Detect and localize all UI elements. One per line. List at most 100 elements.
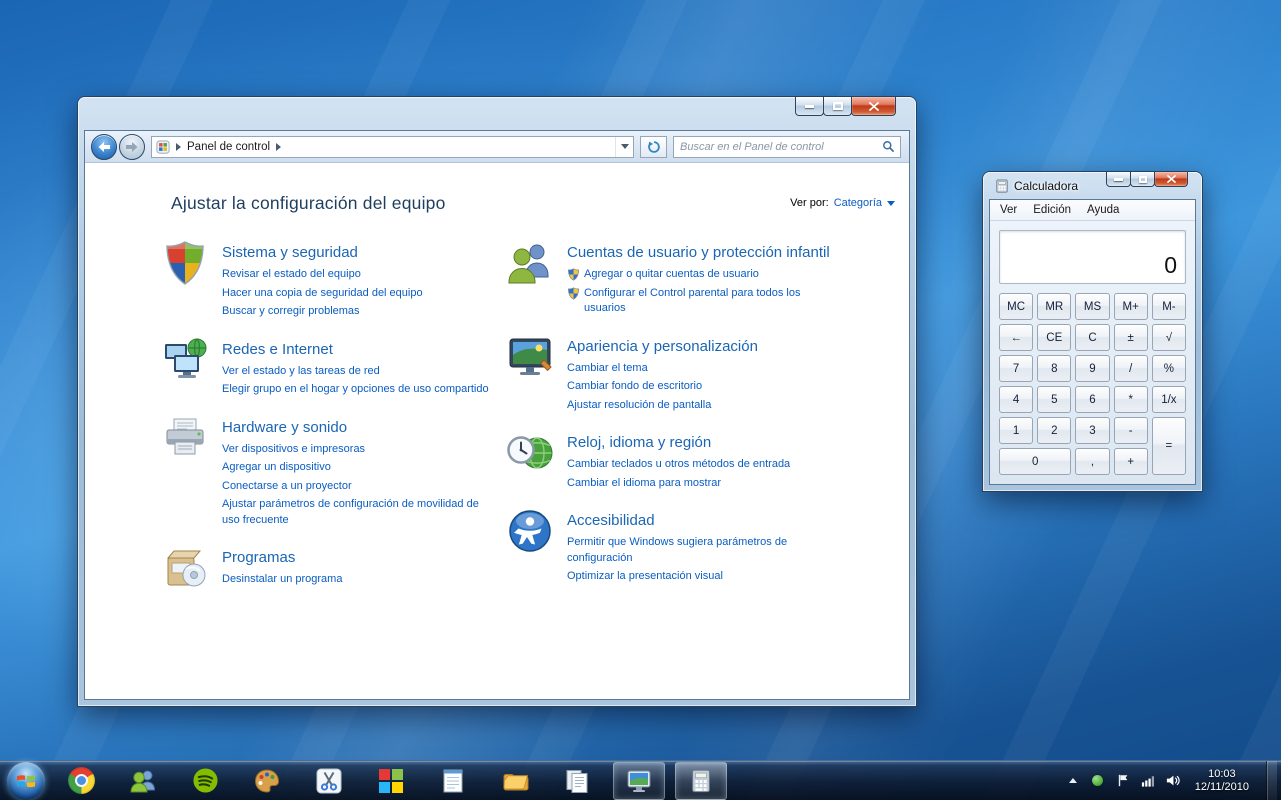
printer-icon[interactable] [161,414,209,462]
task-link[interactable]: Cambiar teclados u otros métodos de entr… [567,457,839,473]
key-divide[interactable]: / [1114,355,1148,382]
task-link[interactable]: Ajustar parámetros de configuración de m… [222,497,494,528]
task-link[interactable]: Configurar el Control parental para todo… [584,286,839,317]
key-decimal[interactable]: , [1075,448,1109,475]
task-link[interactable]: Cambiar el idioma para mostrar [567,476,839,492]
minimize-button[interactable] [795,97,824,116]
forward-button[interactable] [119,134,145,160]
accessibility-icon[interactable] [506,507,554,555]
taskbar-button-calculator[interactable] [675,762,727,800]
menu-ayuda[interactable]: Ayuda [1079,201,1127,219]
address-dropdown-button[interactable] [615,137,633,157]
network-button[interactable] [1140,773,1156,789]
category-title[interactable]: Programas [222,548,494,567]
clock-globe-icon[interactable] [506,429,554,477]
taskbar-button-notepad[interactable] [427,762,479,800]
category-title[interactable]: Reloj, idioma y región [567,433,839,452]
software-box-icon[interactable] [161,544,209,592]
task-link[interactable]: Agregar o quitar cuentas de usuario [584,267,759,283]
taskbar-button-spotify[interactable] [179,762,231,800]
two-users-icon[interactable] [506,239,554,287]
key-3[interactable]: 3 [1075,417,1109,444]
action-center-button[interactable] [1115,773,1131,789]
task-link[interactable]: Elegir grupo en el hogar y opciones de u… [222,382,494,398]
taskbar-button-snipping-tool[interactable] [303,762,355,800]
key-6[interactable]: 6 [1075,386,1109,413]
category-title[interactable]: Accesibilidad [567,511,839,530]
key-minus[interactable]: - [1114,417,1148,444]
maximize-button[interactable] [823,97,852,116]
view-by-dropdown[interactable]: Categoría [834,197,882,209]
taskbar-button-wordpad[interactable] [551,762,603,800]
task-link[interactable]: Cambiar el tema [567,361,839,377]
minimize-button[interactable] [1106,172,1131,187]
key-5[interactable]: 5 [1037,386,1071,413]
key-negate[interactable]: ± [1114,324,1148,351]
category-title[interactable]: Hardware y sonido [222,418,494,437]
taskbar-button-messenger[interactable] [117,762,169,800]
key-mc[interactable]: MC [999,293,1033,320]
key-backspace[interactable]: ← [999,324,1033,351]
category-title[interactable]: Apariencia y personalización [567,337,839,356]
menu-ver[interactable]: Ver [992,201,1025,219]
key-2[interactable]: 2 [1037,417,1071,444]
key-mminus[interactable]: M- [1152,293,1186,320]
key-0[interactable]: 0 [999,448,1071,475]
key-equals[interactable]: = [1152,417,1186,475]
taskbar-button-control-panel[interactable] [613,762,665,800]
taskbar-clock[interactable]: 10:03 12/11/2010 [1195,768,1249,794]
key-percent[interactable]: % [1152,355,1186,382]
task-link[interactable]: Ver dispositivos e impresoras [222,442,494,458]
key-9[interactable]: 9 [1075,355,1109,382]
key-1[interactable]: 1 [999,417,1033,444]
hidden-icons-button[interactable] [1065,773,1081,789]
key-reciprocal[interactable]: 1/x [1152,386,1186,413]
taskbar-button-colors-app[interactable] [365,762,417,800]
show-desktop-button[interactable] [1266,761,1277,800]
control-panel-titlebar[interactable] [84,97,910,130]
breadcrumb[interactable]: Panel de control [151,136,634,158]
back-button[interactable] [91,134,117,160]
refresh-button[interactable] [640,136,667,158]
taskbar-button-explorer[interactable] [489,762,541,800]
key-4[interactable]: 4 [999,386,1033,413]
key-sqrt[interactable]: √ [1152,324,1186,351]
task-link[interactable]: Ver el estado y las tareas de red [222,364,494,380]
network-monitors-icon[interactable] [161,336,209,384]
key-ce[interactable]: CE [1037,324,1071,351]
task-link[interactable]: Ajustar resolución de pantalla [567,398,839,414]
category-title[interactable]: Sistema y seguridad [222,243,494,262]
task-link[interactable]: Buscar y corregir problemas [222,304,494,320]
key-8[interactable]: 8 [1037,355,1071,382]
key-mplus[interactable]: M+ [1114,293,1148,320]
start-button[interactable] [7,762,45,800]
task-link[interactable]: Permitir que Windows sugiera parámetros … [567,535,839,566]
task-link[interactable]: Cambiar fondo de escritorio [567,379,839,395]
key-7[interactable]: 7 [999,355,1033,382]
task-link[interactable]: Optimizar la presentación visual [567,569,839,585]
taskbar-button-paint[interactable] [241,762,293,800]
task-link[interactable]: Desinstalar un programa [222,572,494,588]
search-icon[interactable] [882,140,895,153]
personalization-monitor-icon[interactable] [506,333,554,381]
maximize-button[interactable] [1130,172,1155,187]
task-link[interactable]: Agregar un dispositivo [222,460,494,476]
task-link[interactable]: Hacer una copia de seguridad del equipo [222,286,494,302]
breadcrumb-item[interactable]: Panel de control [187,141,270,153]
calculator-titlebar[interactable]: Calculadora [989,172,1196,199]
security-shield-icon[interactable] [161,239,209,287]
key-multiply[interactable]: * [1114,386,1148,413]
taskbar-button-chrome[interactable] [55,762,107,800]
tray-status-icon[interactable] [1090,773,1106,789]
chevron-down-icon[interactable] [887,201,895,206]
key-c[interactable]: C [1075,324,1109,351]
close-button[interactable] [851,97,896,116]
menu-edicion[interactable]: Edición [1025,201,1079,219]
key-mr[interactable]: MR [1037,293,1071,320]
search-input[interactable] [680,141,882,153]
close-button[interactable] [1154,172,1188,187]
category-title[interactable]: Redes e Internet [222,340,494,359]
category-title[interactable]: Cuentas de usuario y protección infantil [567,243,839,262]
key-plus[interactable]: + [1114,448,1148,475]
task-link[interactable]: Conectarse a un proyector [222,479,494,495]
